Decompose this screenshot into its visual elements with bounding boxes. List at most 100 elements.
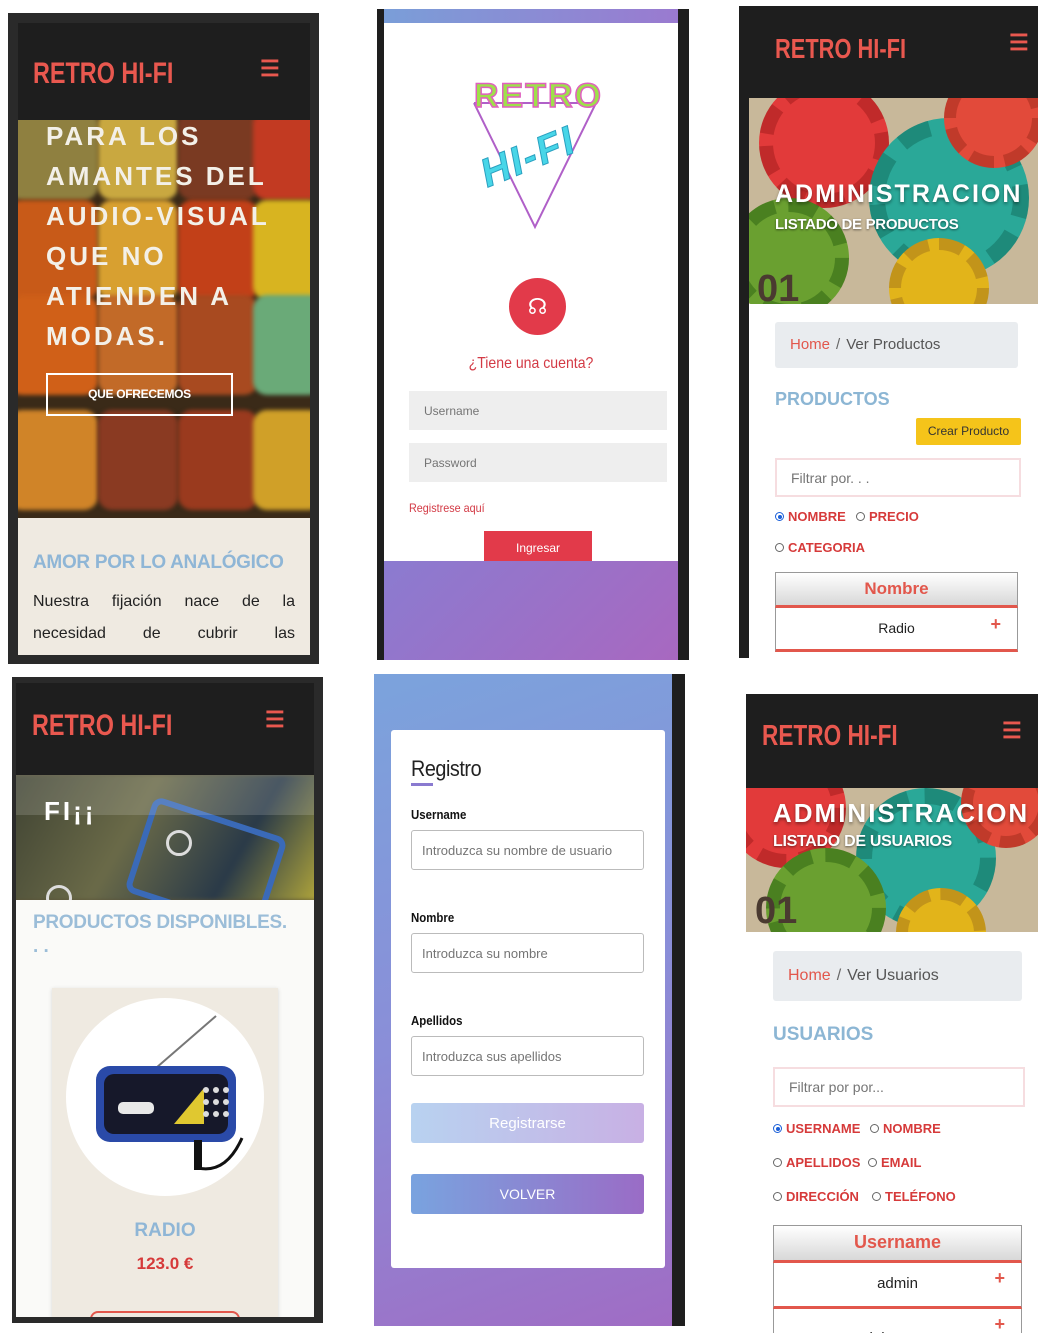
admin-products-screen: RETRO HI-FI ☰ ADMINISTRACION LISTADO DE … [739, 6, 1038, 658]
section-text: Nuestra fijación nace de la necesidad de… [33, 593, 295, 642]
expand-plus-icon[interactable]: + [994, 1257, 1005, 1299]
banner-number: 01 [757, 268, 800, 304]
radio-dot [872, 1192, 881, 1201]
brand-logo[interactable]: RETRO HI-FI [33, 57, 173, 91]
account-question: ¿Tiene una cuenta? [468, 355, 594, 372]
table-row[interactable]: admin + [773, 1263, 1022, 1309]
back-button[interactable]: VOLVER [411, 1174, 644, 1214]
breadcrumb: Home / Ver Productos [775, 322, 1018, 368]
product-price: 123.0 € [136, 1254, 194, 1273]
radio-apellidos[interactable]: APELLIDOS [773, 1155, 860, 1170]
que-ofrecemos-button[interactable]: QUE OFRECEMOS [46, 373, 233, 416]
navbar: RETRO HI-FI ☰ [16, 683, 314, 775]
breadcrumb-current: Ver Usuarios [847, 967, 939, 984]
login-button[interactable]: Ingresar [484, 531, 592, 564]
name-input[interactable] [411, 933, 644, 973]
register-link[interactable]: Registrese aquí [409, 501, 485, 515]
table-header-username[interactable]: Username [773, 1225, 1022, 1263]
logo-retro-text: RETRO [473, 76, 603, 116]
register-card: Registro Username Nombre Apellidos Regis… [391, 730, 665, 1268]
radio-dot [773, 1192, 782, 1201]
product-image-frame [66, 998, 264, 1196]
section-title: PRODUCTOS [775, 389, 890, 409]
banner-number: 01 [755, 890, 798, 932]
hero-banner: PARA LOS AMANTES DEL AUDIO-VISUAL QUE NO… [18, 120, 310, 518]
radio-dot [868, 1158, 877, 1167]
register-title: Registro [411, 756, 482, 781]
headphones-icon: ☊ [509, 278, 566, 335]
admin-banner: ADMINISTRACION LISTADO DE USUARIOS 01 [746, 788, 1038, 932]
radio-nombre[interactable]: NOMBRE [870, 1121, 941, 1136]
product-name: RADIO [134, 1220, 196, 1241]
section-title: USUARIOS [773, 1024, 874, 1045]
section-dots: . . [33, 936, 49, 957]
hamburger-icon[interactable]: ☰ [265, 707, 285, 733]
radio-nombre[interactable]: NOMBRE [775, 509, 846, 524]
radio-direccion[interactable]: DIRECCIÓN [773, 1189, 859, 1204]
login-card: RETRO HI-FI ☊ ¿Tiene una cuenta? Registr… [384, 23, 678, 564]
radio-precio[interactable]: PRECIO [856, 509, 919, 524]
admin-users-screen: RETRO HI-FI ☰ ADMINISTRACION LISTADO DE … [746, 694, 1038, 1333]
radio-product-image [96, 1015, 244, 1171]
product-card[interactable]: RADIO 123.0 € [52, 988, 278, 1317]
gradient-footer [384, 561, 678, 660]
brand-logo[interactable]: RETRO HI-FI [32, 709, 172, 743]
username-input[interactable] [411, 830, 644, 870]
hamburger-icon[interactable]: ☰ [1002, 718, 1022, 744]
hero-heading: PARA LOS AMANTES DEL AUDIO-VISUAL QUE NO… [46, 121, 270, 351]
radio-dot [773, 1124, 782, 1133]
section-title: AMOR POR LO ANALÓGICO [33, 552, 284, 573]
radio-telefono[interactable]: TELÉFONO [872, 1189, 956, 1204]
brand-logo[interactable]: RETRO HI-FI [775, 33, 906, 65]
filter-input[interactable] [775, 458, 1021, 497]
username-input[interactable] [409, 391, 667, 430]
breadcrumb-home[interactable]: Home [790, 336, 830, 353]
brand-logo[interactable]: RETRO HI-FI [762, 720, 898, 753]
name-label: Nombre [411, 910, 455, 925]
radio-username[interactable]: USERNAME [773, 1121, 860, 1136]
radio-dot [775, 512, 784, 521]
username-label: Username [411, 807, 467, 822]
expand-plus-icon[interactable]: + [994, 1303, 1005, 1333]
create-product-button[interactable]: Crear Producto [916, 418, 1021, 445]
add-to-cart-button[interactable] [90, 1311, 240, 1317]
breadcrumb: Home / Ver Usuarios [773, 951, 1022, 1001]
login-screen: RETRO HI-FI ☊ ¿Tiene una cuenta? Registr… [377, 9, 689, 660]
radio-dot [870, 1124, 879, 1133]
register-button[interactable]: Registrarse [411, 1103, 644, 1143]
surname-input[interactable] [411, 1036, 644, 1076]
radio-email[interactable]: EMAIL [868, 1155, 921, 1170]
admin-banner: ADMINISTRACION LISTADO DE PRODUCTOS 01 [749, 98, 1038, 304]
radio-categoria[interactable]: CATEGORIA [775, 540, 865, 555]
home-screen: RETRO HI-FI ☰ PARA LOS AMANTES DEL AUDIO… [8, 13, 319, 664]
banner-subtitle: LISTADO DE USUARIOS [773, 833, 952, 850]
hero-banner: FI¡¡ [16, 775, 314, 900]
surname-label: Apellidos [411, 1013, 463, 1028]
analog-section: AMOR POR LO ANALÓGICO Nuestra fijación n… [18, 518, 310, 655]
table-header-nombre[interactable]: Nombre [775, 572, 1018, 608]
table-row[interactable]: johnDoe + [773, 1309, 1022, 1333]
filter-input[interactable] [773, 1067, 1025, 1107]
banner-title: ADMINISTRACION [773, 798, 1030, 828]
register-screen: Registro Username Nombre Apellidos Regis… [374, 674, 685, 1326]
password-input[interactable] [409, 443, 667, 482]
radio-dot [773, 1158, 782, 1167]
navbar: RETRO HI-FI ☰ [746, 694, 1038, 788]
hero-heading: FI¡¡ [44, 796, 97, 826]
expand-plus-icon[interactable]: + [990, 604, 1001, 644]
gradient-strip [384, 9, 678, 23]
catalog-viewport: RETRO HI-FI ☰ FI¡¡ PRODUCTOS DISPONIBLES… [16, 683, 314, 1317]
radio-dot [856, 512, 865, 521]
hamburger-icon[interactable]: ☰ [1009, 30, 1029, 56]
banner-title: ADMINISTRACION [775, 180, 1023, 208]
navbar: RETRO HI-FI ☰ [749, 6, 1038, 98]
radio-dot [775, 543, 784, 552]
home-viewport: RETRO HI-FI ☰ PARA LOS AMANTES DEL AUDIO… [18, 23, 310, 655]
hamburger-icon[interactable]: ☰ [260, 56, 280, 82]
table-row[interactable]: Radio + [775, 608, 1018, 652]
breadcrumb-current: Ver Productos [846, 336, 941, 353]
banner-subtitle: LISTADO DE PRODUCTOS [775, 216, 959, 233]
breadcrumb-home[interactable]: Home [788, 967, 831, 984]
products-section: PRODUCTOS DISPONIBLES. . . RADIO 123.0 € [16, 900, 314, 1317]
navbar: RETRO HI-FI ☰ [18, 23, 310, 120]
